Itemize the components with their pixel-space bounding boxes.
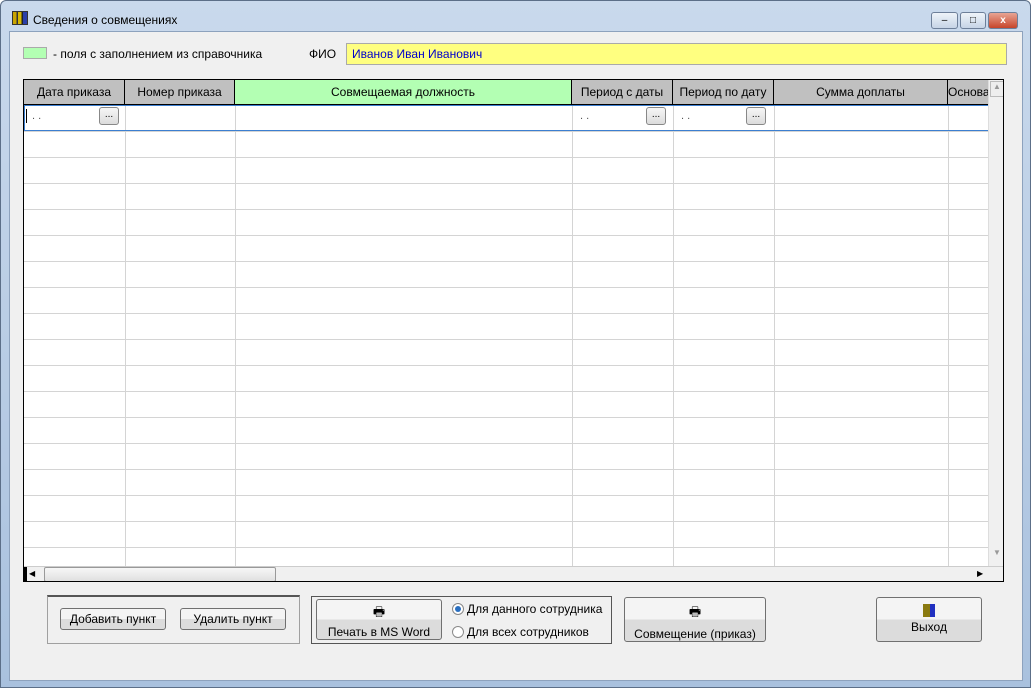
col-header-surcharge[interactable]: Сумма доплаты [774, 80, 948, 105]
period-from-cell[interactable]: . . [580, 110, 589, 122]
legend-swatch [23, 47, 47, 59]
table-row-selected[interactable] [24, 105, 989, 131]
col-header-period-to[interactable]: Период по дату [673, 80, 774, 105]
table-row[interactable] [24, 339, 989, 340]
grid-column-line [774, 105, 775, 566]
exit-button[interactable]: Выход [876, 597, 982, 642]
table-row[interactable] [24, 417, 989, 418]
app-books-icon [12, 11, 28, 25]
minimize-button[interactable]: – [931, 12, 958, 29]
horizontal-scrollbar[interactable]: ◀ ▶ [24, 566, 1003, 581]
col-header-order-date[interactable]: Дата приказа [24, 80, 125, 105]
print-word-button[interactable]: 🖶 Печать в MS Word [316, 599, 442, 640]
table-row[interactable] [24, 391, 989, 392]
grid-column-line [125, 105, 126, 566]
scroll-right-arrow-icon[interactable]: ▶ [977, 569, 983, 578]
table-row[interactable] [24, 261, 989, 262]
text-cursor [26, 109, 27, 123]
period-to-picker-button[interactable]: ... [746, 107, 766, 125]
fio-field[interactable]: Иванов Иван Иванович [346, 43, 1007, 65]
table-row[interactable] [24, 443, 989, 444]
radio-all-employees[interactable] [452, 626, 464, 638]
combination-grid[interactable]: Дата приказа Номер приказа Совмещаемая д… [23, 79, 1004, 582]
table-row[interactable] [24, 287, 989, 288]
grid-column-line [948, 105, 949, 566]
table-row[interactable] [24, 157, 989, 158]
exit-door-icon [923, 604, 935, 617]
add-item-button[interactable]: Добавить пункт [60, 608, 166, 630]
col-header-period-from[interactable]: Период с даты [572, 80, 673, 105]
printer-icon: 🖶 [688, 604, 702, 619]
col-header-position[interactable]: Совмещаемая должность [235, 80, 572, 105]
table-row[interactable] [24, 183, 989, 184]
grid-column-line [235, 105, 236, 566]
fio-label: ФИО [309, 47, 337, 61]
print-word-label: Печать в MS Word [327, 625, 431, 639]
radio-all-employees-label[interactable]: Для всех сотрудников [467, 625, 589, 639]
period-from-picker-button[interactable]: ... [646, 107, 666, 125]
table-row[interactable] [24, 495, 989, 496]
table-row[interactable] [24, 131, 989, 132]
col-header-basis[interactable]: Основа [948, 80, 989, 105]
radio-this-employee-label[interactable]: Для данного сотрудника [467, 602, 602, 616]
delete-item-button[interactable]: Удалить пункт [180, 608, 286, 630]
order-date-cell[interactable]: . . [32, 110, 41, 122]
grid-column-line [572, 105, 573, 566]
combination-order-label: Совмещение (приказ) [634, 627, 756, 641]
order-date-picker-button[interactable]: ... [99, 107, 119, 125]
vertical-scrollbar[interactable]: ▲ ▼ [988, 80, 1003, 566]
legend-text: - поля с заполнением из справочника [53, 47, 263, 61]
table-row[interactable] [24, 521, 989, 522]
table-row[interactable] [24, 235, 989, 236]
scroll-edge [24, 567, 27, 581]
grid-column-line [673, 105, 674, 566]
table-row[interactable] [24, 209, 989, 210]
combination-order-button[interactable]: 🖶 Совмещение (приказ) [624, 597, 766, 642]
radio-this-employee[interactable] [452, 603, 464, 615]
window: Сведения о совмещениях – □ x - поля с за… [0, 0, 1031, 688]
maximize-button[interactable]: □ [960, 12, 986, 29]
scroll-up-arrow-icon[interactable]: ▲ [990, 81, 1003, 97]
scroll-thumb[interactable] [44, 567, 276, 581]
printer-icon: 🖶 [372, 604, 386, 619]
close-button[interactable]: x [988, 12, 1018, 29]
table-row[interactable] [24, 313, 989, 314]
table-row[interactable] [24, 469, 989, 470]
period-to-cell[interactable]: . . [681, 110, 690, 122]
table-row[interactable] [24, 547, 989, 548]
exit-label: Выход [911, 620, 947, 634]
table-row[interactable] [24, 365, 989, 366]
window-title: Сведения о совмещениях [33, 13, 178, 27]
col-header-order-number[interactable]: Номер приказа [125, 80, 235, 105]
scroll-down-arrow-icon[interactable]: ▼ [990, 548, 1003, 564]
scroll-left-arrow-icon[interactable]: ◀ [29, 569, 35, 578]
